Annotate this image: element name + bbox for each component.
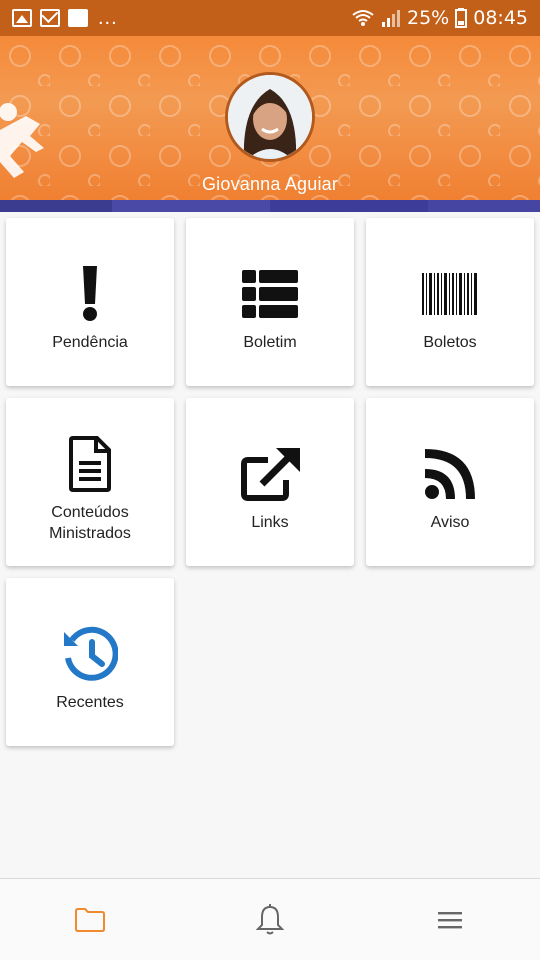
tile-label: Links	[251, 514, 289, 531]
rss-icon	[425, 449, 475, 499]
user-photo	[228, 75, 312, 159]
wifi-icon	[352, 10, 374, 26]
barcode-icon	[422, 273, 477, 315]
tile-links[interactable]: Links	[186, 398, 354, 566]
image-icon	[12, 9, 32, 27]
tile-recentes[interactable]: Recentes	[6, 578, 174, 746]
battery-icon	[455, 8, 468, 28]
battery-percent: 25%	[407, 7, 450, 29]
bell-icon	[256, 904, 284, 935]
table-list-icon	[242, 270, 298, 318]
menu-icon	[438, 912, 462, 929]
external-link-icon	[241, 448, 300, 501]
clock: 08:45	[473, 7, 528, 29]
status-bar: ... 25% 08:45	[0, 0, 540, 36]
folder-icon	[75, 908, 105, 932]
tile-boletim[interactable]: Boletim	[186, 218, 354, 386]
nav-menu[interactable]	[430, 903, 470, 937]
user-name: Giovanna Aguiar	[201, 174, 339, 194]
nav-folder[interactable]	[70, 903, 110, 937]
history-icon	[64, 626, 118, 681]
tile-conteudos-ministrados[interactable]: Conteúdos Ministrados	[6, 398, 174, 566]
more-notifications: ...	[98, 6, 118, 29]
flipboard-icon	[68, 9, 88, 27]
tile-label-line2: Ministrados	[49, 525, 131, 542]
tile-boletos[interactable]: Boletos	[366, 218, 534, 386]
nav-notifications[interactable]	[250, 903, 290, 937]
document-icon	[69, 436, 111, 492]
avatar[interactable]	[225, 72, 315, 162]
tile-label: Aviso	[430, 514, 470, 531]
tile-label: Conteúdos Ministrados	[49, 502, 131, 544]
exclamation-icon	[83, 266, 97, 321]
tile-label-line1: Conteúdos	[51, 504, 129, 521]
tile-pendencia[interactable]: Pendência	[6, 218, 174, 386]
tile-aviso[interactable]: Aviso	[366, 398, 534, 566]
bottom-navigation	[0, 878, 540, 960]
tile-label: Boletos	[423, 334, 477, 351]
tile-label: Recentes	[56, 694, 124, 711]
mail-icon	[40, 9, 60, 27]
tile-label: Boletim	[243, 334, 297, 351]
profile-header: Giovanna Aguiar	[0, 36, 540, 200]
tile-label: Pendência	[52, 334, 128, 351]
signal-icon	[382, 10, 400, 27]
header-accent-bar	[0, 200, 540, 212]
